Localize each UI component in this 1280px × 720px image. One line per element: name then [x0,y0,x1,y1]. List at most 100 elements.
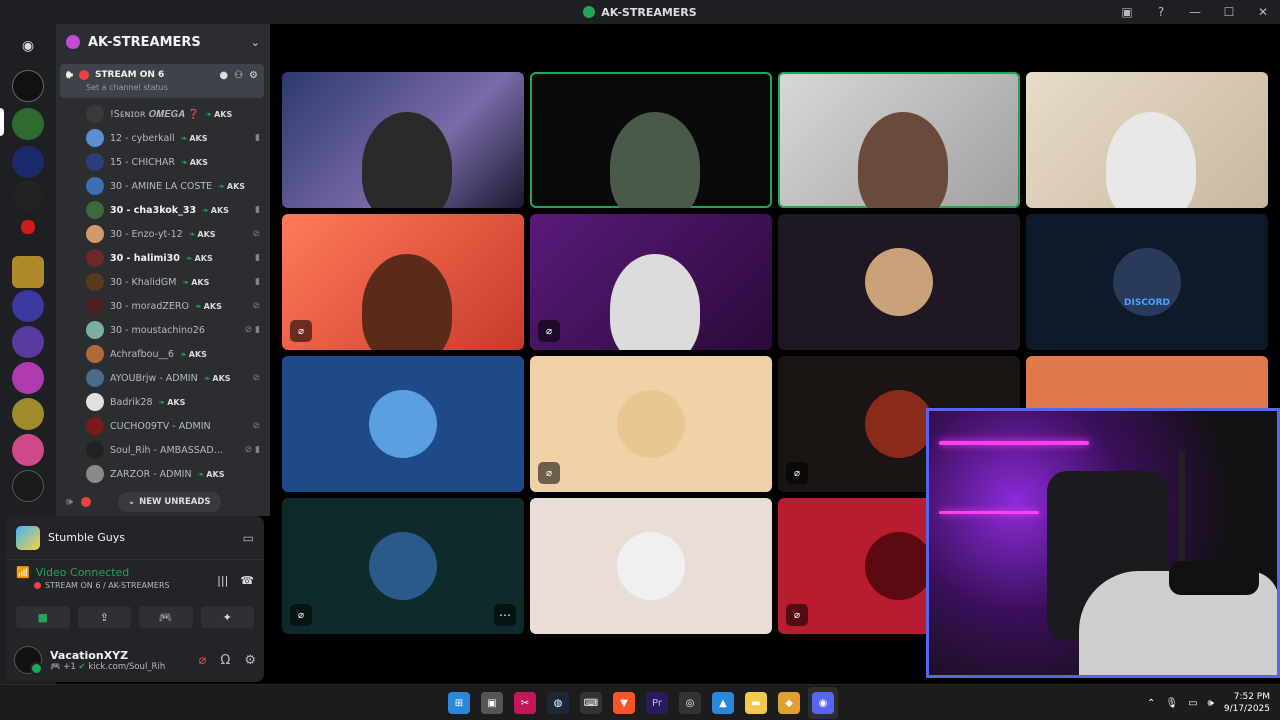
video-tile[interactable]: ⌀ [282,214,524,350]
new-unreads-pill[interactable]: ⌄ NEW UNREADS [118,492,221,512]
server-tag: ❧ AKS [203,373,231,383]
voice-location[interactable]: STREAM ON 6 / AK-STREAMERS [45,581,170,590]
list-item[interactable]: 30 - halimi30 ❧ AKS ▮ [56,246,270,270]
list-item[interactable]: ZARZOR - ADMIN ❧ AKS [56,462,270,486]
member-status-icons: ⊘ ▮ [244,445,260,455]
discord-icon[interactable]: ◉ [812,692,834,714]
server-icon-ak-streamers[interactable] [12,108,44,140]
channel-status[interactable]: Set a channel status [66,83,258,92]
list-item[interactable]: Soul_Rih - AMBASSAD... ⊘ ▮ [56,438,270,462]
disconnect-icon[interactable]: ☎ [240,574,254,587]
server-tag: ❧ AKS [181,157,208,167]
chevron-up-icon[interactable]: ⌃ [1147,698,1155,709]
server-header[interactable]: AK-STREAMERS ⌄ [56,24,270,60]
close-button[interactable]: ✕ [1246,0,1280,24]
server-tag: ❧ AKS [158,397,186,407]
chat-icon[interactable]: ● [219,70,228,81]
video-tile[interactable] [1026,72,1268,208]
mic-muted-icon[interactable]: ⌀ [199,653,207,668]
video-tile[interactable]: DISCORD [1026,214,1268,350]
server-icon-vacation[interactable] [12,70,44,102]
camera-button[interactable]: ■ [16,606,70,628]
voice-channel-active[interactable]: 🕪 STREAM ON 6 ● ⚇ ⚙ Set a channel status [60,64,264,98]
server-icon-3[interactable] [12,146,44,178]
video-tile[interactable]: ⌀ ⋯ [282,498,524,634]
list-item[interactable]: 15 - CHICHAR ❧ AKS [56,150,270,174]
start-icon[interactable]: ⊞ [448,692,470,714]
help-icon[interactable]: ? [1144,0,1178,24]
server-icon-4[interactable] [12,180,44,212]
list-item[interactable]: 30 - Enzo-yt-12 ❧ AKS ⊘ [56,222,270,246]
member-name: AYOUBrjw - ADMIN [110,372,198,384]
list-item[interactable]: 30 - AMINE LA COSTE ❧ AKS [56,174,270,198]
video-tile[interactable] [778,214,1020,350]
obs-icon[interactable]: ◎ [679,692,701,714]
invite-icon[interactable]: ⚇ [234,70,243,81]
video-tile[interactable] [778,72,1020,208]
list-item[interactable]: 30 - moustachino26 ⊘ ▮ [56,318,270,342]
server-icon-6[interactable] [12,256,44,288]
file-explorer-icon[interactable]: ▬ [745,692,767,714]
list-item[interactable]: CUCHO09TV - ADMIN ⊘ [56,414,270,438]
brave-icon[interactable]: ▼ [613,692,635,714]
gear-icon[interactable]: ⚙ [249,70,258,81]
steam-icon[interactable]: ◍ [547,692,569,714]
list-item[interactable]: Achrafbou__6 ❧ AKS [56,342,270,366]
member-name: CUCHO09TV - ADMIN [110,420,211,432]
activity-row[interactable]: Stumble Guys ▭ [6,516,264,560]
chevron-down-icon[interactable]: ⌄ [251,36,260,49]
list-item[interactable]: 30 - cha3kok_33 ❧ AKS ▮ [56,198,270,222]
voice-connected-label[interactable]: Video Connected [36,566,130,579]
video-tile[interactable] [282,72,524,208]
list-item[interactable]: AYOUBrjw - ADMIN ❧ AKS ⊘ [56,366,270,390]
maximize-button[interactable]: ☐ [1212,0,1246,24]
photos-icon[interactable]: ▲ [712,692,734,714]
task-view-icon[interactable]: ▣ [481,692,503,714]
list-item[interactable]: 12 - cyberkall ❧ AKS ▮ [56,126,270,150]
server-icon-9[interactable] [12,362,44,394]
activity-button[interactable]: 🎮 [139,606,193,628]
video-tile[interactable]: ⌀ [530,214,772,350]
headphones-icon[interactable]: Ω [220,653,230,668]
server-icon-10[interactable] [12,398,44,430]
picture-in-picture-stream[interactable] [926,408,1280,678]
microphone-icon[interactable]: 🎙 [1165,698,1178,709]
video-tile[interactable]: ⌀ [530,356,772,492]
signal-icon: 📶 [16,566,30,579]
server-icon-11[interactable] [12,434,44,466]
discord-home-icon[interactable]: ◉ [12,30,44,62]
avatar[interactable] [14,646,43,675]
premiere-icon[interactable]: Pr [646,692,668,714]
network-icon[interactable]: ▭ [1188,698,1197,709]
list-item[interactable]: 30 - moradZERO ❧ AKS ⊘ [56,294,270,318]
snipping-icon[interactable]: ✂ [514,692,536,714]
server-icon-8[interactable] [12,326,44,358]
clock[interactable]: 7:52 PM 9/17/2025 [1224,691,1270,715]
more-options-icon[interactable]: ⋯ [494,604,516,626]
member-status-icons: ▮ [255,253,260,263]
live-icon [78,70,89,80]
server-icon-7[interactable] [12,290,44,322]
soundboard-button[interactable]: ✦ [200,606,254,628]
game-app-icon[interactable]: ◆ [778,692,800,714]
server-icon-12[interactable] [12,470,44,502]
server-tag: ❧ AKS [180,349,207,359]
noise-suppression-icon[interactable]: ||| [217,574,228,587]
activity-screen-icon[interactable]: ▭ [243,531,254,545]
video-tile[interactable] [282,356,524,492]
inbox-icon[interactable]: ▣ [1110,0,1144,24]
volume-icon[interactable]: 🕪 [1208,698,1214,709]
minimize-button[interactable]: — [1178,0,1212,24]
video-tile[interactable] [530,72,772,208]
user-name[interactable]: VacationXYZ [50,649,165,662]
leaf-icon: ❧ [205,109,213,119]
stream-scene-neon2 [939,511,1039,514]
server-icon-5[interactable] [21,220,35,234]
app-icon[interactable]: ⌨ [580,692,602,714]
video-tile[interactable] [530,498,772,634]
gear-icon[interactable]: ⚙ [244,653,256,668]
list-item[interactable]: !Sᴇɴɪᴏʀ 𝑶𝑴𝑬𝑮𝑨 ❓ ❧ AKS [56,102,270,126]
list-item[interactable]: Badrik28 ❧ AKS [56,390,270,414]
list-item[interactable]: 30 - KhalidGM ❧ AKS ▮ [56,270,270,294]
screen-share-button[interactable]: ⇪ [77,606,131,628]
